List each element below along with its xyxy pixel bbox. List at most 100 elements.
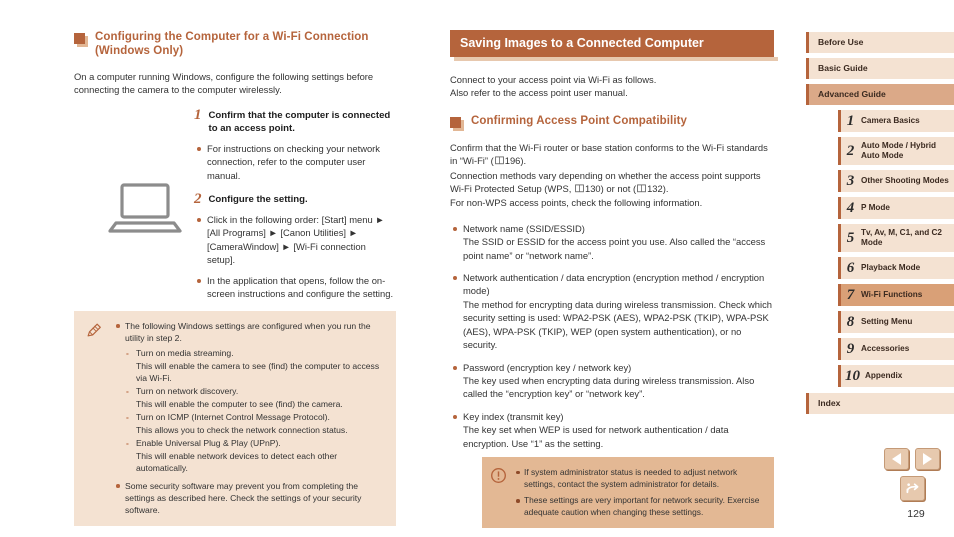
page-number: 129 — [907, 508, 925, 520]
chapter-label: Playback Mode — [861, 263, 921, 272]
caution-bullet-1: If system administrator status is needed… — [513, 467, 762, 490]
chapter-label: Setting Menu — [861, 317, 913, 326]
left-steps-list: 1 Confirm that the computer is connected… — [194, 106, 396, 301]
chapter-label: Appendix — [865, 371, 903, 380]
return-button[interactable] — [899, 476, 925, 501]
sidebar-item-basic-guide[interactable]: Basic Guide — [806, 58, 954, 79]
middle-subheading-text: Confirming Access Point Compatibility — [471, 114, 688, 127]
heading-square-icon — [74, 33, 88, 47]
para1-ref: 196 — [504, 155, 521, 167]
chapter-number: 1 — [846, 113, 855, 129]
sidebar-item-chapter-9[interactable]: 9 Accessories — [838, 338, 954, 360]
chapter-number: 10 — [845, 368, 860, 384]
middle-subsection-heading: Confirming Access Point Compatibility — [450, 114, 774, 131]
return-arrow-icon — [906, 483, 918, 494]
middle-intro-line2: Also refer to the access point user manu… — [450, 87, 628, 99]
chapter-number: 9 — [846, 341, 855, 357]
heading-square-icon — [450, 116, 464, 131]
para2-ref1: 130 — [585, 183, 601, 195]
page-ref-icon — [494, 155, 504, 168]
page-title: Saving Images to a Connected Computer — [450, 30, 778, 61]
step-2: 2 Configure the setting. Click in the fo… — [194, 191, 396, 301]
sidebar-item-chapter-4[interactable]: 4 P Mode — [838, 197, 954, 219]
middle-intro: Connect to your access point via Wi-Fi a… — [450, 73, 774, 100]
note-sub-1-cont: This will enable the camera to see (find… — [136, 361, 380, 384]
left-column: Configuring the Computer for a Wi-Fi Con… — [74, 30, 396, 527]
note-bullet-2: Some security software may prevent you f… — [113, 480, 385, 516]
chapter-number: 2 — [846, 143, 855, 159]
page-navigation-controls — [884, 448, 940, 501]
next-page-button[interactable] — [915, 448, 940, 470]
sidebar-item-chapter-7[interactable]: 7 Wi-Fi Functions — [838, 284, 954, 306]
sidebar-item-chapter-8[interactable]: 8 Setting Menu — [838, 311, 954, 333]
step-2-bullet-2: In the application that opens, follow th… — [194, 274, 396, 301]
chapter-label: Auto Mode / Hybrid Auto Mode — [861, 141, 937, 160]
chapter-label: Other Shooting Modes — [861, 176, 949, 185]
manual-page: Configuring the Computer for a Wi-Fi Con… — [0, 0, 954, 537]
note-callout-box: The following Windows settings are confi… — [74, 311, 396, 527]
left-intro-paragraph: On a computer running Windows, configure… — [74, 71, 374, 96]
info-bullet-3-term: Password (encryption key / network key) — [463, 361, 632, 373]
info-bullet-2-desc: The method for encrypting data during wi… — [463, 298, 772, 351]
sidebar-item-chapter-3[interactable]: 3 Other Shooting Modes — [838, 170, 954, 192]
caution-callout-box: If system administrator status is needed… — [482, 456, 774, 529]
chapter-number: 4 — [846, 200, 855, 216]
chapter-label: Tv, Av, M, C1, and C2 Mode — [861, 228, 942, 247]
info-bullet-2: Network authentication / data encryption… — [450, 271, 774, 351]
access-point-info-list: Network name (SSID/ESSID) The SSID or ES… — [450, 222, 774, 450]
note-bullet-1: The following Windows settings are confi… — [113, 320, 385, 474]
left-section-heading: Configuring the Computer for a Wi-Fi Con… — [74, 30, 396, 58]
laptop-illustration — [108, 183, 182, 233]
middle-paragraph-group: Confirm that the Wi-Fi router or base st… — [450, 141, 774, 210]
chapter-number: 8 — [846, 314, 855, 330]
note-sub-1-dash: Turn on media streaming. — [125, 347, 385, 359]
para2-b: ) or not ( — [600, 183, 637, 195]
middle-intro-line1: Connect to your access point via Wi-Fi a… — [450, 74, 657, 85]
info-bullet-1-desc: The SSID or ESSID for the access point y… — [463, 236, 766, 261]
sidebar-item-label: Before Use — [818, 37, 864, 47]
note-sub-3-dash: Turn on ICMP (Internet Control Message P… — [125, 411, 385, 423]
step-1-number: 1 — [194, 106, 202, 123]
step-2-title: Configure the setting. — [208, 194, 308, 206]
info-bullet-4-desc: The key set when WEP is used for network… — [463, 424, 729, 449]
sidebar-item-before-use[interactable]: Before Use — [806, 32, 954, 53]
info-bullet-3-desc: The key used when encrypting data during… — [463, 374, 755, 400]
para2-c: ). — [662, 183, 669, 195]
sidebar-item-chapter-10[interactable]: 10 Appendix — [838, 365, 954, 387]
note-sub-2-dash: Turn on network discovery. — [125, 385, 385, 397]
step-1-title: Confirm that the computer is connected t… — [208, 109, 391, 134]
note-sub-list: Turn on media streaming. This will enabl… — [125, 347, 385, 474]
para1-b: ). — [520, 155, 527, 167]
middle-column: Saving Images to a Connected Computer Co… — [450, 30, 778, 529]
step-2-number: 2 — [194, 191, 202, 208]
chevron-right-icon — [923, 453, 932, 465]
step-1-bullet-1: For instructions on checking your networ… — [194, 142, 396, 182]
sidebar-item-index[interactable]: Index — [806, 393, 954, 414]
info-bullet-4: Key index (transmit key) The key set whe… — [450, 410, 774, 450]
chapter-label: P Mode — [861, 203, 890, 212]
info-bullet-2-term: Network authentication / data encryption… — [463, 272, 765, 297]
sidebar-item-chapter-6[interactable]: 6 Playback Mode — [838, 257, 954, 279]
para2-ref2: 132 — [647, 183, 663, 195]
previous-page-button[interactable] — [884, 448, 909, 470]
note-bullet-1-text: The following Windows settings are confi… — [125, 321, 371, 344]
sidebar-item-advanced-guide[interactable]: Advanced Guide — [806, 84, 954, 105]
sidebar-item-chapter-1[interactable]: 1 Camera Basics — [838, 110, 954, 132]
chapter-number: 3 — [846, 173, 855, 189]
caution-icon — [490, 467, 507, 518]
note-sub-4-dash: Enable Universal Plug & Play (UPnP). — [125, 437, 385, 449]
chapter-number: 5 — [846, 230, 855, 246]
sidebar-item-chapter-2[interactable]: 2 Auto Mode / Hybrid Auto Mode — [838, 137, 954, 165]
sidebar-item-chapter-5[interactable]: 5 Tv, Av, M, C1, and C2 Mode — [838, 224, 954, 252]
sidebar-item-label: Index — [818, 398, 841, 408]
info-bullet-1: Network name (SSID/ESSID) The SSID or ES… — [450, 222, 774, 262]
note-sub-4-cont: This will enable network devices to dete… — [136, 451, 338, 474]
chapter-label: Accessories — [861, 344, 910, 353]
para3: For non-WPS access points, check the fol… — [450, 197, 703, 209]
note-sub-2-cont: This will enable the computer to see (fi… — [136, 399, 343, 410]
page-ref-icon — [575, 183, 584, 196]
left-heading-text: Configuring the Computer for a Wi-Fi Con… — [95, 31, 369, 57]
info-bullet-3: Password (encryption key / network key) … — [450, 361, 774, 401]
chapter-label: Camera Basics — [861, 116, 920, 125]
info-bullet-4-term: Key index (transmit key) — [463, 410, 564, 422]
